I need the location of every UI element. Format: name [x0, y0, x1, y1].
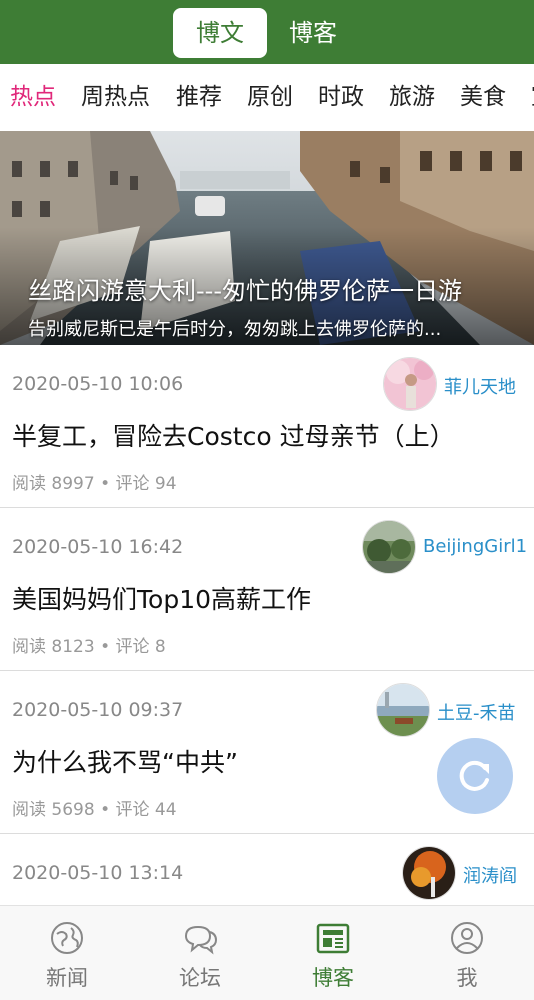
- post-date: 2020-05-10 13:14: [12, 862, 184, 884]
- chat-icon: [184, 925, 218, 955]
- nav-forum[interactable]: 论坛: [133, 906, 267, 1000]
- featured-banner[interactable]: 丝路闪游意大利---匆忙的佛罗伦萨一日游 告别威尼斯已是午后时分，匆匆跳上去佛罗…: [0, 131, 534, 345]
- category-recommended[interactable]: 推荐: [176, 64, 222, 131]
- nav-news[interactable]: 新闻: [0, 906, 134, 1000]
- author-avatar[interactable]: [376, 683, 430, 737]
- banner-title[interactable]: 丝路闪游意大利---匆忙的佛罗伦萨一日游: [28, 271, 528, 306]
- category-hot[interactable]: 热点: [10, 64, 56, 131]
- post-stats: 阅读 5698 • 评论 44: [12, 800, 177, 820]
- category-weekly-hot[interactable]: 周热点: [81, 64, 150, 131]
- top-header: 博文 博客: [0, 0, 534, 64]
- banner-image: [0, 131, 534, 345]
- post-title[interactable]: 美国妈妈们Top10高薪工作: [12, 580, 311, 616]
- post-item[interactable]: 2020-05-10 10:06 菲儿天地 半复工，冒险去Costco 过母亲节…: [0, 345, 534, 508]
- author-name[interactable]: BeijingGirl1: [423, 536, 527, 557]
- post-item[interactable]: 2020-05-10 16:42 BeijingGirl1 美国妈妈们Top10…: [0, 508, 534, 671]
- author-avatar[interactable]: [402, 846, 456, 900]
- author-avatar[interactable]: [362, 520, 416, 574]
- user-icon: [451, 922, 483, 954]
- category-travel[interactable]: 旅游: [389, 64, 435, 131]
- post-stats: 阅读 8997 • 评论 94: [12, 474, 177, 494]
- tab-bloggers[interactable]: 博客: [273, 8, 353, 58]
- post-date: 2020-05-10 10:06: [12, 373, 184, 395]
- nav-me[interactable]: 我: [400, 906, 534, 1000]
- nav-me-label: 我: [456, 966, 478, 990]
- post-title[interactable]: 半复工，冒险去Costco 过母亲节（上）: [12, 417, 455, 453]
- nav-forum-label: 论坛: [179, 966, 221, 990]
- category-politics[interactable]: 时政: [318, 64, 364, 131]
- category-food[interactable]: 美食: [460, 64, 506, 131]
- category-original[interactable]: 原创: [247, 64, 293, 131]
- globe-icon: [51, 922, 83, 954]
- post-title[interactable]: 为什么我不骂“中共”: [12, 743, 238, 779]
- category-strip[interactable]: 热点 周热点 推荐 原创 时政 旅游 美食 室: [0, 64, 534, 131]
- refresh-button[interactable]: [437, 738, 513, 814]
- author-avatar[interactable]: [383, 357, 437, 411]
- post-date: 2020-05-10 09:37: [12, 699, 184, 721]
- author-name[interactable]: 润涛阎: [463, 862, 517, 888]
- post-stats: 阅读 8123 • 评论 8: [12, 637, 166, 657]
- author-name[interactable]: 土豆-禾苗: [437, 699, 516, 725]
- nav-news-label: 新闻: [46, 966, 88, 990]
- bottom-nav: 新闻 论坛 博客 我: [0, 905, 534, 1000]
- author-name[interactable]: 菲儿天地: [444, 373, 516, 399]
- nav-blog-label: 博客: [312, 966, 354, 990]
- post-date: 2020-05-10 16:42: [12, 536, 184, 558]
- refresh-icon: [459, 760, 489, 791]
- newspaper-icon: [316, 923, 350, 954]
- tab-blog-posts[interactable]: 博文: [173, 8, 267, 58]
- banner-subtitle: 告别威尼斯已是午后时分，匆匆跳上去佛罗伦萨的...: [28, 319, 442, 340]
- nav-blog[interactable]: 博客: [266, 906, 400, 1000]
